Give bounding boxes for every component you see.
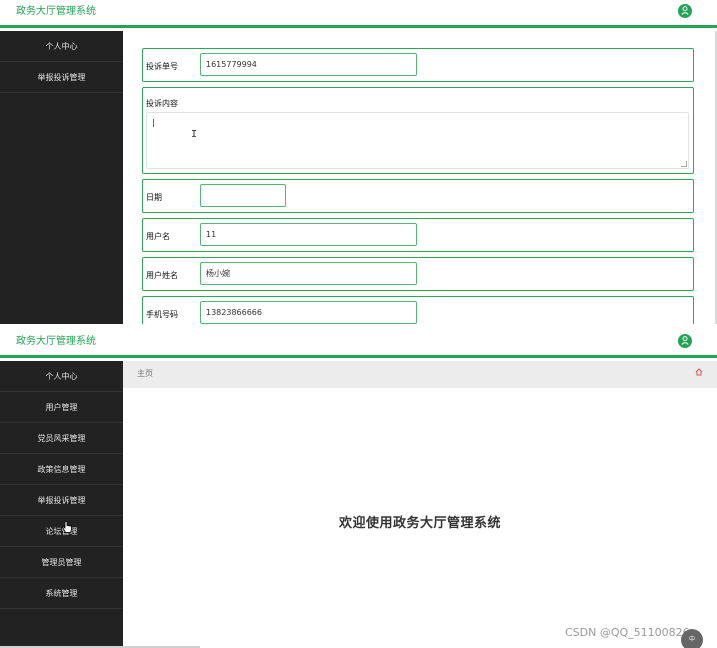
sidebar-background xyxy=(0,93,123,324)
sidebar-item-personal-center[interactable]: 个人中心 xyxy=(0,31,123,62)
complaint-content-textarea[interactable]: I xyxy=(146,112,689,169)
user-name-row: 用户姓名 杨小婉 xyxy=(142,257,694,291)
complaint-content-row: 投诉内容 I xyxy=(142,87,694,174)
date-label: 日期 xyxy=(146,193,162,202)
complaint-content-label: 投诉内容 xyxy=(146,99,178,108)
breadcrumb: 主页 xyxy=(123,361,717,388)
complaint-form-screen: 政务大厅管理系统 个人中心 举报投诉管理 投诉单号 1615779994 投诉内… xyxy=(0,0,717,324)
sidebar-item-personal-center[interactable]: 个人中心 xyxy=(0,361,123,392)
date-input[interactable] xyxy=(200,184,286,207)
top-header: 政务大厅管理系统 xyxy=(0,0,717,28)
form-content: 投诉单号 1615779994 投诉内容 I 日期 用户名 11 用户姓名 杨小… xyxy=(123,31,715,324)
hand-pointer-icon xyxy=(62,521,73,536)
home-screen: 政务大厅管理系统 个人中心 用户管理 党员风采管理 政策信息管理 举报投诉管理 … xyxy=(0,324,717,648)
user-name-input[interactable]: 杨小婉 xyxy=(200,262,417,285)
sidebar-item-user-management[interactable]: 用户管理 xyxy=(0,392,123,423)
user-avatar-icon[interactable] xyxy=(678,334,692,348)
sidebar-item-party-member-management[interactable]: 党员风采管理 xyxy=(0,423,123,454)
floating-action-button[interactable]: 中 xyxy=(681,629,703,648)
sidebar-item-admin-management[interactable]: 管理员管理 xyxy=(0,547,123,578)
sidebar-item-policy-management[interactable]: 政策信息管理 xyxy=(0,454,123,485)
home-icon[interactable] xyxy=(695,368,703,378)
welcome-message: 欢迎使用政务大厅管理系统 xyxy=(338,516,501,531)
sidebar-item-complaint-management[interactable]: 举报投诉管理 xyxy=(0,62,123,93)
username-label: 用户名 xyxy=(146,232,170,241)
text-caret xyxy=(153,119,154,127)
phone-row: 手机号码 13823866666 xyxy=(142,296,694,324)
phone-input[interactable]: 13823866666 xyxy=(200,301,417,324)
resize-grip-icon[interactable] xyxy=(681,161,687,167)
watermark: CSDN @QQ_51100826 xyxy=(565,626,690,639)
username-row: 用户名 11 xyxy=(142,218,694,252)
phone-label: 手机号码 xyxy=(146,310,178,319)
complaint-number-input[interactable]: 1615779994 xyxy=(200,53,417,76)
user-name-label: 用户姓名 xyxy=(146,271,178,280)
sidebar-item-complaint-management[interactable]: 举报投诉管理 xyxy=(0,485,123,516)
home-header: 政务大厅管理系统 xyxy=(0,324,717,358)
sidebar-item-system-management[interactable]: 系统管理 xyxy=(0,578,123,609)
breadcrumb-home-link[interactable]: 主页 xyxy=(137,369,153,379)
ibeam-cursor-icon: I xyxy=(191,129,198,140)
complaint-number-label: 投诉单号 xyxy=(146,62,178,71)
username-input[interactable]: 11 xyxy=(200,223,417,246)
user-avatar-icon[interactable] xyxy=(678,4,692,18)
sidebar: 个人中心 举报投诉管理 xyxy=(0,31,123,93)
sidebar: 个人中心 用户管理 党员风采管理 政策信息管理 举报投诉管理 论坛管理 管理员管… xyxy=(0,361,123,648)
app-title: 政务大厅管理系统 xyxy=(16,336,96,347)
complaint-number-row: 投诉单号 1615779994 xyxy=(142,48,694,82)
date-row: 日期 xyxy=(142,179,694,213)
app-title: 政务大厅管理系统 xyxy=(16,6,96,17)
